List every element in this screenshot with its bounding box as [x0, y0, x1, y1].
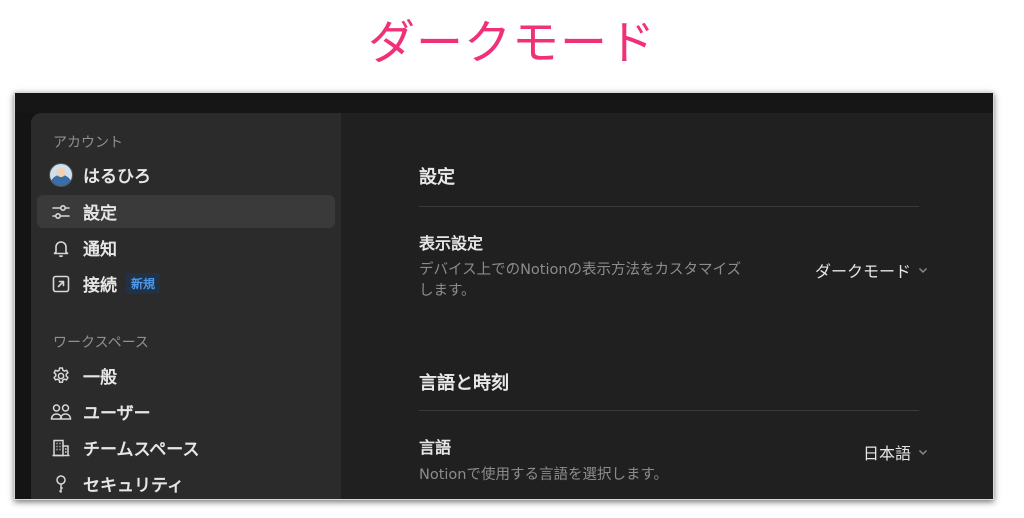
sidebar-section-account: アカウント [53, 135, 123, 151]
gear-icon [49, 364, 73, 388]
sidebar-item-label: 一般 [83, 368, 117, 388]
sidebar-item-notifications[interactable]: 通知 [37, 231, 335, 264]
settings-heading: 設定 [419, 167, 455, 188]
language-setting-title: 言語 [419, 438, 452, 457]
sidebar-item-label: はるひろ [83, 167, 151, 187]
sidebar-item-security[interactable]: セキュリティ [37, 467, 335, 499]
sidebar-item-users[interactable]: ユーザー [37, 395, 335, 428]
appearance-select[interactable]: ダークモード [815, 258, 929, 282]
new-badge: 新規 [126, 273, 161, 294]
sidebar-item-general[interactable]: 一般 [37, 359, 335, 392]
language-setting-description: Notionで使用する言語を選択します。 [419, 467, 669, 483]
divider [419, 206, 919, 207]
window-top-bar [15, 93, 993, 113]
app-window: アカウント はるひろ 設定 通知 接続 新規 ワークスペース 一般 ユーザー チ… [14, 92, 994, 500]
settings-content: 設定 表示設定 デバイス上でのNotionの表示方法をカスタマイズします。 ダー… [341, 113, 993, 499]
sidebar-item-connections[interactable]: 接続 新規 [37, 267, 335, 300]
settings-sidebar: アカウント はるひろ 設定 通知 接続 新規 ワークスペース 一般 ユーザー チ… [31, 113, 341, 499]
sidebar-item-settings[interactable]: 設定 [37, 195, 335, 228]
language-select[interactable]: 日本語 [863, 440, 929, 464]
users-icon [49, 400, 73, 424]
sidebar-item-profile[interactable]: はるひろ [37, 158, 335, 191]
chevron-down-icon [917, 446, 929, 458]
sidebar-item-label: 接続 [83, 276, 117, 296]
avatar [49, 162, 73, 187]
external-link-icon [49, 272, 73, 296]
chevron-down-icon [917, 264, 929, 276]
sidebar-item-label: ユーザー [83, 404, 151, 424]
sidebar-item-label: 通知 [83, 240, 117, 260]
page-caption: ダークモード [368, 16, 656, 71]
language-time-heading: 言語と時刻 [419, 373, 509, 394]
sidebar-item-teamspaces[interactable]: チームスペース [37, 431, 335, 464]
settings-modal: アカウント はるひろ 設定 通知 接続 新規 ワークスペース 一般 ユーザー チ… [31, 113, 993, 499]
key-icon [49, 472, 73, 496]
appearance-select-value: ダークモード [814, 262, 911, 281]
display-setting-description: デバイス上でのNotionの表示方法をカスタマイズします。 [419, 262, 742, 299]
sidebar-item-label: チームスペース [83, 440, 200, 460]
sidebar-item-label: セキュリティ [83, 476, 184, 496]
language-select-value: 日本語 [862, 444, 911, 463]
display-setting-title: 表示設定 [419, 234, 484, 253]
sidebar-item-label: 設定 [83, 204, 117, 224]
divider [419, 410, 919, 411]
building-icon [49, 436, 73, 460]
sidebar-section-workspace: ワークスペース [53, 335, 149, 351]
sliders-icon [49, 200, 73, 224]
bell-icon [49, 236, 73, 260]
